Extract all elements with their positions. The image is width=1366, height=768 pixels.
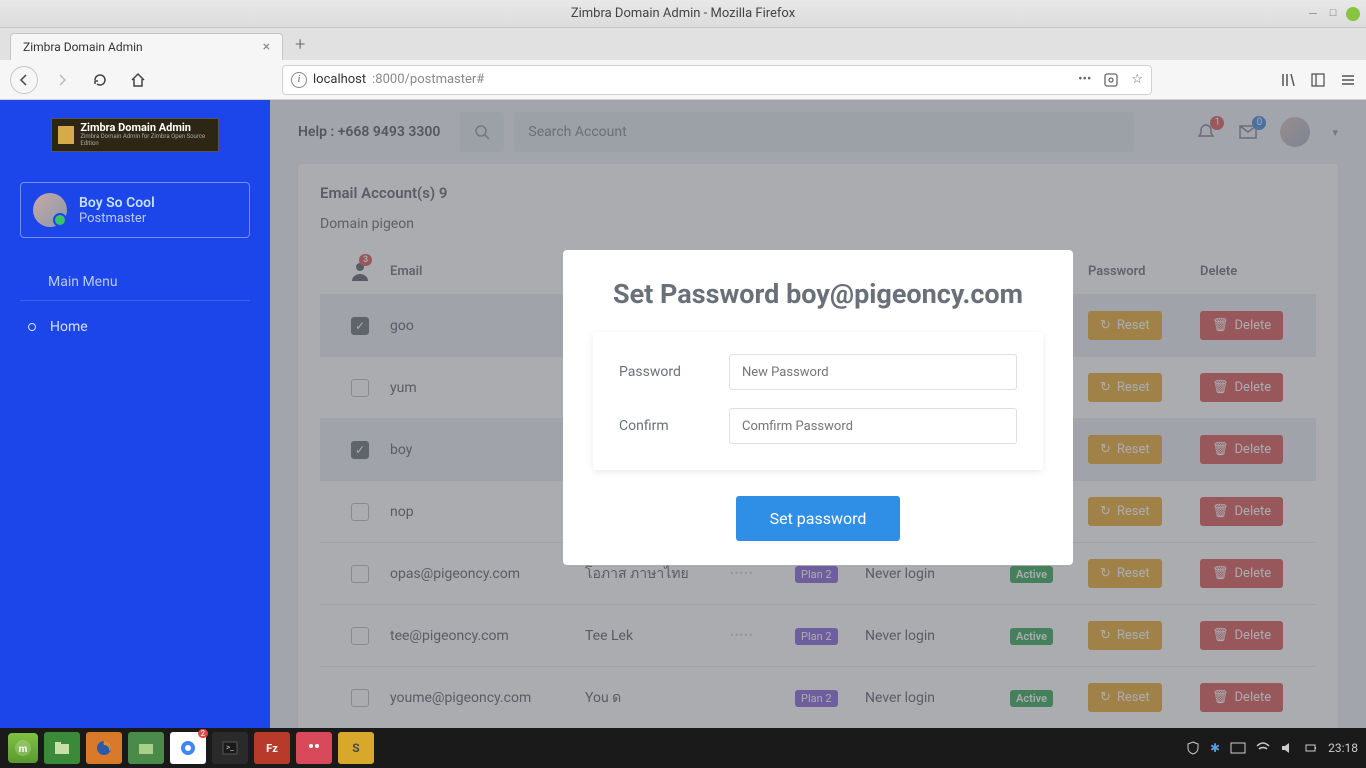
url-more-icon[interactable]: ••• [1078,72,1091,88]
system-tray: ✱ 23:18 [1186,741,1358,755]
battery-icon[interactable] [1304,741,1318,755]
modal-form: Password Confirm [593,332,1043,470]
window-maximize-icon[interactable] [1326,7,1340,21]
filezilla-icon[interactable]: Fz [254,732,290,764]
sublime-icon[interactable]: S [338,732,374,764]
set-password-modal: Set Password boy@pigeoncy.com Password C… [563,250,1073,565]
sidebar-item-label: Home [50,319,88,335]
avatar-icon [33,193,67,227]
app-root: Zimbra Domain AdminZimbra Domain Admin f… [0,100,1366,728]
url-host: localhost [313,72,366,87]
svg-text:Fz: Fz [266,742,278,755]
url-path: :8000/postmaster# [372,72,484,87]
terminal-icon[interactable]: >_ [212,732,248,764]
logo-text: Zimbra Domain AdminZimbra Domain Admin f… [80,122,212,147]
user-name: Boy So Cool [79,195,155,211]
nav-back-icon[interactable] [10,66,38,94]
tab-title: Zimbra Domain Admin [23,40,143,54]
user-info: Boy So Cool Postmaster [79,195,155,226]
set-password-button[interactable]: Set password [736,496,901,541]
firefox-icon[interactable] [86,732,122,764]
confirm-row: Confirm [619,408,1017,444]
start-menu-icon[interactable]: m [8,733,38,763]
sidebar-item-home[interactable]: Home [0,309,270,345]
library-icon[interactable] [1280,72,1296,88]
menu-header: Main Menu [20,264,250,301]
app-icon[interactable] [296,732,332,764]
password-input[interactable] [729,354,1017,390]
modal-overlay[interactable]: Set Password boy@pigeoncy.com Password C… [270,100,1366,728]
browser-nav-bar: i localhost :8000/postmaster# ••• ☆ [0,60,1366,100]
logo-mark-icon [58,126,74,144]
logo-subtitle: Zimbra Domain Admin for Zimbra Open Sour… [80,134,212,147]
new-tab-icon[interactable]: + [295,34,305,55]
sidebar-toggle-icon[interactable] [1310,72,1326,88]
files-icon[interactable] [44,732,80,764]
window-minimize-icon[interactable] [1306,7,1320,21]
reader-mode-icon[interactable] [1103,72,1119,88]
window-close-icon[interactable] [1346,7,1360,21]
password-row: Password [619,354,1017,390]
window-titlebar: Zimbra Domain Admin - Mozilla Firefox [0,0,1366,28]
os-taskbar: m 2 >_ Fz S ✱ 23:18 [0,728,1366,768]
chrome-icon[interactable]: 2 [170,732,206,764]
nav-reload-icon[interactable] [86,66,114,94]
volume-icon[interactable] [1280,741,1294,755]
tab-close-icon[interactable]: × [263,40,270,54]
user-role: Postmaster [79,211,155,226]
nav-home-icon[interactable] [124,66,152,94]
nav-forward-icon [48,66,76,94]
menu-icon[interactable] [1340,72,1356,88]
main-area: Help : +668 9493 3300 1 0 ▾ Email Accoun… [270,100,1366,728]
logo-title: Zimbra Domain Admin [80,121,191,134]
site-info-icon[interactable]: i [291,72,307,88]
bluetooth-icon[interactable]: ✱ [1210,741,1220,755]
folder-icon[interactable] [128,732,164,764]
keyboard-icon[interactable] [1230,742,1246,754]
wifi-icon[interactable] [1256,741,1270,755]
confirm-label: Confirm [619,418,729,434]
browser-tab-bar: Zimbra Domain Admin × + [0,28,1366,60]
browser-toolbar-right [1280,72,1356,88]
svg-text:S: S [352,741,359,755]
sidebar-user-card[interactable]: Boy So Cool Postmaster [20,182,250,238]
bullet-icon [28,323,36,331]
window-title: Zimbra Domain Admin - Mozilla Firefox [571,6,795,21]
password-label: Password [619,364,729,380]
shield-icon[interactable] [1186,741,1200,755]
modal-title: Set Password boy@pigeoncy.com [593,278,1043,310]
svg-text:>_: >_ [226,743,234,752]
browser-tab[interactable]: Zimbra Domain Admin × [10,33,283,60]
url-bar-actions: ••• ☆ [1078,72,1143,88]
chrome-badge: 2 [198,729,209,738]
clock[interactable]: 23:18 [1328,741,1358,755]
window-controls [1306,7,1360,21]
sidebar: Zimbra Domain AdminZimbra Domain Admin f… [0,100,270,728]
confirm-password-input[interactable] [729,408,1017,444]
url-bar[interactable]: i localhost :8000/postmaster# ••• ☆ [282,65,1152,95]
bookmark-icon[interactable]: ☆ [1131,72,1143,88]
svg-text:m: m [19,744,28,755]
sidebar-logo: Zimbra Domain AdminZimbra Domain Admin f… [51,118,219,152]
